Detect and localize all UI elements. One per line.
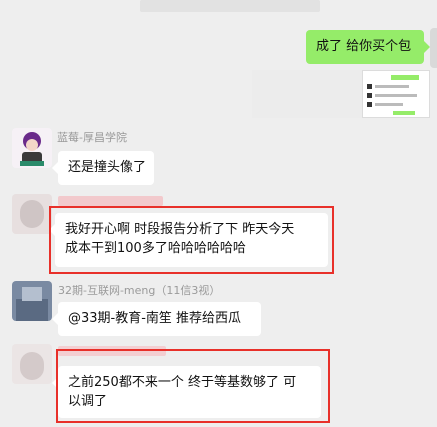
blurred-avatar	[16, 299, 48, 321]
thumb-avatar	[367, 84, 372, 89]
sender-avatar[interactable]	[12, 344, 52, 384]
blurred-header	[140, 0, 320, 12]
thumb-line	[375, 85, 409, 88]
blurred-avatar	[20, 200, 44, 228]
blurred-image-area	[252, 70, 362, 118]
blurred-avatar	[22, 287, 42, 301]
message-text: 还是撞头像了	[68, 160, 147, 175]
highlight-box	[49, 206, 334, 274]
thumb-green-bubble	[391, 75, 419, 80]
screenshot-thumbnail	[362, 70, 430, 118]
message-text: 成了 给你买个包	[316, 39, 412, 54]
blurred-avatar	[20, 352, 44, 380]
thumb-line	[375, 103, 403, 106]
message-bubble[interactable]: @33期-教育-南笙 推荐给西瓜	[52, 302, 261, 336]
blurred-sender-name	[58, 196, 163, 206]
thumb-green-bubble	[393, 111, 415, 115]
message-text: @33期-教育-南笙 推荐给西瓜	[68, 311, 242, 326]
image-message[interactable]	[252, 70, 430, 118]
thumb-avatar	[367, 102, 372, 107]
thumb-line	[375, 94, 417, 97]
message-bubble[interactable]: 还是撞头像了	[52, 151, 154, 185]
sender-avatar[interactable]	[12, 128, 52, 168]
sender-name: 32期-互联网-meng（11信3视）	[58, 284, 221, 297]
self-message-bubble[interactable]: 成了 给你买个包	[306, 30, 430, 64]
thumb-avatar	[367, 93, 372, 98]
highlight-box	[56, 349, 330, 423]
sender-avatar[interactable]	[12, 194, 52, 234]
character-avatar-icon	[20, 132, 44, 166]
self-avatar[interactable]	[430, 28, 437, 68]
sender-avatar[interactable]	[12, 281, 52, 321]
sender-name: 蓝莓-厚昌学院	[57, 131, 127, 144]
